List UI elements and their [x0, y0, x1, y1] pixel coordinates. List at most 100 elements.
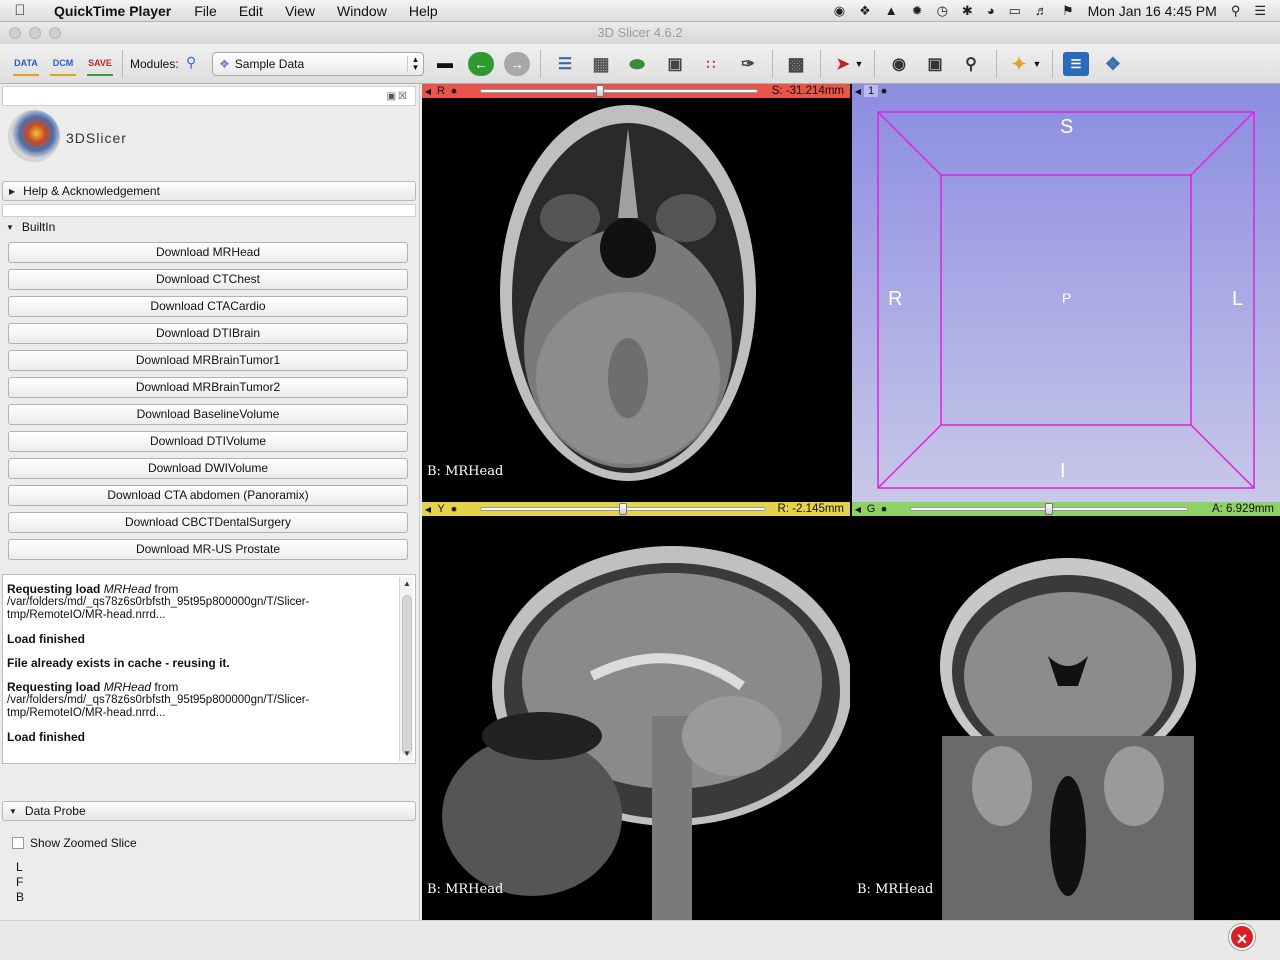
menu-window[interactable]: Window [326, 3, 398, 19]
download-button[interactable]: Download CTChest [8, 269, 408, 290]
red-view-label: R [437, 85, 445, 97]
pin-icon[interactable]: ◀ [852, 87, 864, 96]
forward-arrow-icon[interactable]: → [504, 52, 530, 76]
threed-view[interactable]: S R L P I [852, 98, 1280, 502]
link-icon[interactable]: ✹ [448, 505, 460, 514]
modules-label: Modules: [130, 57, 179, 71]
scroll-up-icon[interactable]: ▲ [400, 577, 414, 591]
time-machine-icon[interactable]: ◷ [937, 3, 948, 19]
models-module-icon[interactable]: ⬬ [624, 52, 650, 76]
back-arrow-icon[interactable]: ← [468, 52, 494, 76]
record-icon[interactable]: ◉ [834, 3, 845, 19]
screenshot-icon[interactable]: ◉ [886, 52, 912, 76]
volume-icon[interactable]: ♬ [1035, 3, 1048, 18]
editor-module-icon[interactable]: ✑ [735, 52, 761, 76]
drive-icon[interactable]: ▲ [885, 3, 898, 18]
apple-icon[interactable]:  [0, 2, 40, 19]
red-slice-controller[interactable]: ◀ R ✹ S: -31.214mm [422, 84, 850, 98]
module-selector[interactable]: ❖ Sample Data ▲ ▼ [212, 52, 424, 76]
module-history-icon[interactable]: ▬ [432, 52, 458, 76]
help-acknowledgement-section[interactable]: ▶ Help & Acknowledgement [2, 181, 416, 201]
link-icon[interactable]: ✹ [878, 505, 890, 514]
zoom-window-button[interactable] [49, 27, 61, 39]
minimize-window-button[interactable] [29, 27, 41, 39]
transforms-module-icon[interactable]: ▣ [662, 52, 688, 76]
save-button[interactable]: SAVE [87, 52, 113, 76]
pin-icon[interactable]: ◀ [852, 505, 864, 514]
download-button[interactable]: Download BaselineVolume [8, 404, 408, 425]
menubar-clock[interactable]: Mon Jan 16 4:45 PM [1088, 3, 1217, 19]
toolbar-divider [122, 50, 123, 78]
download-button[interactable]: Download DWIVolume [8, 458, 408, 479]
pinwheel-icon[interactable]: ✹ [912, 3, 923, 19]
green-slice-view[interactable]: B: MRHead [852, 516, 1280, 920]
chevron-down-icon[interactable]: ▼ [1030, 52, 1044, 76]
chevron-down-icon[interactable]: ▼ [852, 52, 866, 76]
load-data-button[interactable]: DATA [13, 52, 39, 76]
scroll-down-icon[interactable]: ▼ [400, 747, 414, 761]
pin-icon[interactable]: ◀ [422, 87, 434, 96]
download-button[interactable]: Download CBCTDentalSurgery [8, 512, 408, 533]
download-button[interactable]: Download DTIBrain [8, 323, 408, 344]
markups-module-icon[interactable]: ∷ [698, 52, 724, 76]
link-icon[interactable]: ✹ [448, 87, 460, 96]
notification-center-icon[interactable]: ☰ [1254, 3, 1266, 19]
scroll-thumb[interactable] [402, 595, 412, 755]
python-console-icon[interactable]: ❖ [1100, 52, 1126, 76]
log-output[interactable]: Requesting load MRHead from/var/folders/… [2, 574, 416, 764]
load-dicom-button[interactable]: DCM [50, 52, 76, 76]
threed-view-controller[interactable]: ◀ 1 ✹ [852, 84, 1280, 98]
download-button[interactable]: Download MRBrainTumor2 [8, 377, 408, 398]
wifi-icon[interactable]: ◕ [987, 3, 995, 18]
orient-label-right: L [1232, 288, 1244, 310]
builtin-group-header[interactable]: ▼ BuiltIn [6, 220, 55, 234]
orient-label-bottom: I [1060, 460, 1066, 482]
download-button[interactable]: Download MRBrainTumor1 [8, 350, 408, 371]
slider-knob[interactable] [1045, 503, 1053, 515]
airplay-icon[interactable]: ▭ [1009, 3, 1021, 19]
module-search-icon[interactable]: ⚲ [186, 54, 196, 71]
red-offset-slider[interactable] [480, 85, 758, 97]
close-window-button[interactable] [9, 27, 21, 39]
volumes-module-icon[interactable]: ▦ [588, 52, 614, 76]
menu-file[interactable]: File [183, 3, 228, 19]
download-button[interactable]: Download MRHead [8, 242, 408, 263]
data-probe-section[interactable]: ▼ Data Probe [2, 801, 416, 821]
show-zoomed-slice-checkbox[interactable]: Show Zoomed Slice [12, 836, 137, 850]
red-slice-view[interactable]: B: MRHead [422, 98, 850, 502]
flag-icon[interactable]: ⚑ [1062, 3, 1074, 19]
layout-icon[interactable]: ▩ [783, 52, 809, 76]
spotlight-search-icon[interactable]: ⚲ [1231, 3, 1241, 19]
dropbox-icon[interactable]: ❖ [859, 3, 871, 19]
data-module-icon[interactable]: ☰ [552, 52, 578, 76]
center-view-icon[interactable]: ✹ [878, 87, 890, 96]
menu-help[interactable]: Help [398, 3, 449, 19]
download-button[interactable]: Download CTACardio [8, 296, 408, 317]
log-load-finished: Load finished [7, 730, 85, 744]
pin-icon[interactable]: ◀ [422, 505, 434, 514]
crosshair-icon[interactable]: ✦ [1006, 52, 1032, 76]
toolbar-divider [1052, 50, 1053, 78]
yellow-offset-slider[interactable] [480, 503, 766, 515]
menu-app-name[interactable]: QuickTime Player [40, 3, 183, 19]
menu-view[interactable]: View [274, 3, 326, 19]
green-slice-controller[interactable]: ◀ G ✹ A: 6.929mm [852, 502, 1280, 516]
yellow-slice-view[interactable]: B: MRHead [422, 516, 852, 920]
menu-edit[interactable]: Edit [228, 3, 274, 19]
green-offset-slider[interactable] [910, 503, 1188, 515]
slider-knob[interactable] [596, 85, 605, 97]
scene-view-icon[interactable]: ▣ [922, 52, 948, 76]
extension-manager-icon[interactable]: ☰ [1063, 52, 1089, 76]
yellow-slice-controller[interactable]: ◀ Y ✹ R: -2.145mm [422, 502, 850, 516]
capture-icon[interactable]: ⚲ [958, 52, 984, 76]
bluetooth-icon[interactable]: ✱ [962, 3, 973, 19]
slider-knob[interactable] [619, 503, 627, 515]
status-bar [0, 920, 1280, 960]
dock-buttons[interactable]: ▣☒ [387, 91, 409, 102]
log-scrollbar[interactable]: ▲ ▼ [399, 577, 413, 761]
close-icon[interactable]: × [1229, 924, 1255, 950]
download-button[interactable]: Download DTIVolume [8, 431, 408, 452]
download-button[interactable]: Download MR-US Prostate [8, 539, 408, 560]
download-button[interactable]: Download CTA abdomen (Panoramix) [8, 485, 408, 506]
checkbox-box[interactable] [12, 837, 24, 849]
